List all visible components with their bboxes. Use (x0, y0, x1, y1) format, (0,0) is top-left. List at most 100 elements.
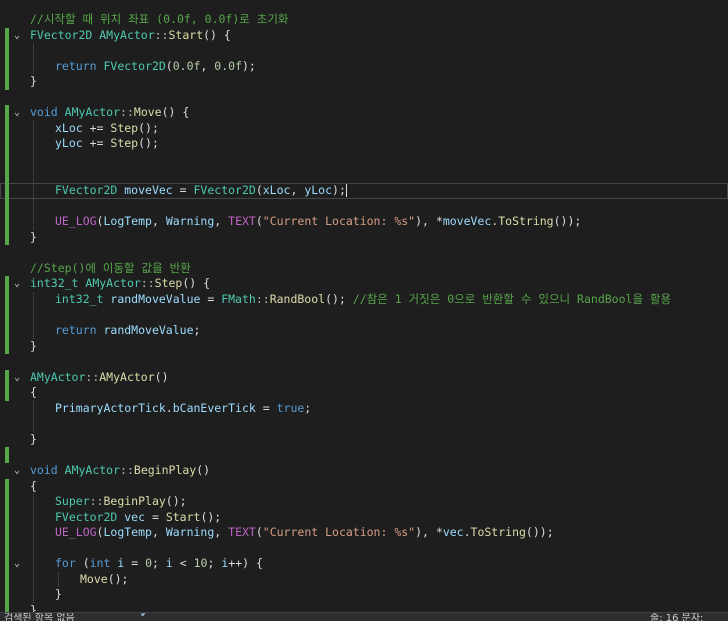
code-token: true (276, 400, 305, 415)
change-indicator (5, 27, 9, 90)
code-token: BeginPlay (133, 462, 197, 477)
code-line[interactable]: UE_LOG(LogTemp, Warning, TEXT("Current L… (0, 214, 728, 230)
code-line[interactable]: FVector2D vec = Start(); (0, 510, 728, 526)
code-line[interactable]: } (0, 230, 728, 246)
fold-toggle-icon[interactable]: ⌄ (12, 276, 22, 292)
code-token: moveVec (442, 214, 492, 229)
code-line[interactable]: //시작할 때 위치 좌표 (0.0f, 0.0f)로 초기화 (0, 12, 728, 28)
code-token: void (30, 462, 58, 477)
code-token: randMoveValue (110, 291, 201, 306)
code-line[interactable]: Move(); (0, 572, 728, 588)
code-token: () { (161, 105, 190, 120)
code-line[interactable]: } (0, 432, 728, 448)
code-line[interactable]: ⌄ for (int i = 0; i < 10; i++) { (0, 556, 728, 572)
fold-toggle-icon[interactable]: ⌄ (12, 28, 22, 44)
code-token: Step (154, 276, 183, 291)
code-token: BeginPlay (103, 494, 166, 509)
code-line[interactable]: return randMoveValue; (0, 323, 728, 339)
fold-toggle-icon[interactable]: ⌄ (12, 370, 22, 386)
code-token: (); (138, 120, 159, 135)
code-token: :: (89, 494, 104, 509)
code-line[interactable] (0, 354, 728, 370)
code-token: ToString (470, 525, 526, 540)
code-token: , (290, 183, 305, 198)
code-token: { (30, 478, 37, 493)
code-line[interactable]: { (0, 479, 728, 495)
code-line[interactable]: yLoc += Step(); (0, 136, 728, 152)
code-token: TEXT (228, 525, 256, 540)
fold-toggle-icon[interactable]: ⌄ (12, 105, 22, 121)
code-token: (); (107, 571, 129, 586)
code-line[interactable]: ⌄ void AMyActor::BeginPlay() (0, 463, 728, 479)
code-line[interactable] (0, 152, 728, 168)
code-text: //시작할 때 위치 좌표 (0.0f, 0.0f)로 초기화 (30, 12, 289, 28)
code-token: yLoc (55, 136, 83, 151)
code-token: int32_t (55, 291, 104, 306)
code-line[interactable]: xLoc += Step(); (0, 121, 728, 137)
code-token: RandBool (269, 291, 326, 306)
code-line[interactable]: UE_LOG(LogTemp, Warning, TEXT("Current L… (0, 525, 728, 541)
code-line[interactable] (0, 416, 728, 432)
code-line[interactable] (0, 43, 728, 59)
code-line[interactable]: ⌄ void AMyActor::Move() { (0, 105, 728, 121)
code-line[interactable]: int32_t randMoveValue = FMath::RandBool(… (0, 292, 728, 308)
code-line[interactable] (0, 447, 728, 463)
indent-guide (33, 400, 34, 432)
code-text: int32_t randMoveValue = FMath::RandBool(… (55, 292, 671, 308)
code-token: ++) { (228, 556, 263, 571)
code-line[interactable] (0, 168, 728, 184)
code-line[interactable]: //Step()에 이동할 값을 반환 (0, 261, 728, 277)
code-token: "Current Location: %s" (262, 214, 416, 229)
code-token: :: (140, 276, 155, 291)
code-token: { (30, 385, 37, 400)
code-line[interactable]: } (0, 587, 728, 603)
code-token: ), * (415, 525, 443, 540)
code-token: "Current Location: %s" (262, 525, 416, 540)
code-line[interactable]: PrimaryActorTick.bCanEverTick = true; (0, 401, 728, 417)
code-token: AMyActor (99, 369, 155, 384)
code-token: . (165, 400, 173, 415)
code-line[interactable]: } (0, 74, 728, 90)
code-line[interactable]: { (0, 385, 728, 401)
code-token: ()); (553, 214, 582, 229)
change-indicator (5, 105, 9, 246)
code-text: } (55, 587, 62, 603)
code-line[interactable] (0, 541, 728, 557)
code-token: () { (182, 276, 211, 291)
code-token: ()); (525, 525, 554, 540)
code-line[interactable]: Super::BeginPlay(); (0, 494, 728, 510)
code-token: Step (110, 120, 139, 135)
code-line[interactable]: ⌄ int32_t AMyActor::Step() { (0, 276, 728, 292)
fold-toggle-icon[interactable]: ⌄ (12, 463, 22, 479)
change-indicator (5, 447, 9, 463)
code-token: FVector2D (30, 27, 93, 42)
code-token: :: (85, 369, 100, 384)
code-token: Move (80, 571, 108, 586)
code-token: (); (200, 509, 222, 524)
code-line[interactable] (0, 90, 728, 106)
code-token: ); (242, 58, 256, 73)
code-token: :: (120, 462, 134, 477)
fold-toggle-icon[interactable]: ⌄ (12, 556, 22, 572)
code-token: UE_LOG (55, 525, 97, 540)
code-token: return (55, 323, 97, 337)
code-token: ( (255, 183, 263, 198)
code-text: void AMyActor::Move() { (30, 105, 189, 121)
code-line[interactable]: FVector2D moveVec = FVector2D(xLoc, yLoc… (0, 183, 728, 199)
code-line[interactable] (0, 199, 728, 215)
code-token: Warning (165, 525, 215, 540)
code-line[interactable] (0, 245, 728, 261)
code-token: , (151, 214, 166, 229)
code-line[interactable] (0, 307, 728, 323)
code-line[interactable]: ⌄ AMyActor::AMyActor() (0, 370, 728, 386)
code-token: 0.0f (214, 58, 242, 73)
code-token: (); (138, 136, 159, 151)
code-token: FVector2D (103, 58, 166, 73)
code-token: AMyActor (99, 27, 155, 42)
code-line[interactable]: return FVector2D(0.0f, 0.0f); (0, 59, 728, 75)
code-editor[interactable]: //시작할 때 위치 좌표 (0.0f, 0.0f)로 초기화 ⌄ FVector2… (0, 0, 728, 621)
code-token: FMath (221, 291, 256, 306)
code-line[interactable]: ⌄ FVector2D AMyActor::Start() { (0, 28, 728, 44)
code-line[interactable]: } (0, 339, 728, 355)
code-text: UE_LOG(LogTemp, Warning, TEXT("Current L… (55, 214, 581, 230)
